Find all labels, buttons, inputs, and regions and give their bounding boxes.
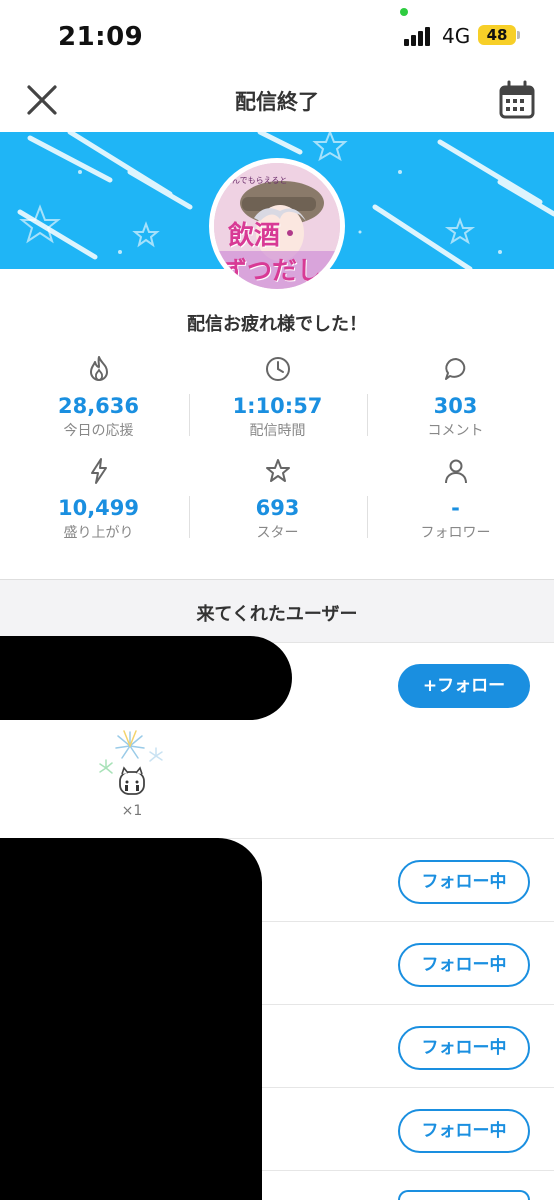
following-button[interactable]: フォロー中 bbox=[398, 1109, 530, 1153]
battery-icon: 48 bbox=[478, 25, 516, 45]
following-button[interactable]: フォロー中 bbox=[398, 1026, 530, 1070]
stat-value: 1:10:57 bbox=[232, 394, 323, 418]
clock-icon bbox=[265, 357, 290, 381]
privacy-indicator bbox=[400, 8, 408, 16]
nav-bar: 配信終了 bbox=[0, 74, 554, 132]
section-title: 来てくれたユーザー bbox=[196, 604, 358, 625]
following-button-partial[interactable] bbox=[398, 1190, 530, 1200]
calendar-icon bbox=[499, 80, 535, 119]
flame-icon bbox=[89, 356, 108, 381]
svg-text:喜んでもらえると: 喜んでもらえると bbox=[224, 175, 287, 185]
redacted-user-info bbox=[0, 636, 292, 720]
stat-value: 28,636 bbox=[57, 394, 140, 418]
avatar-text-2: ずつだし bbox=[222, 256, 323, 285]
calendar-button[interactable] bbox=[496, 78, 538, 122]
greeting-text: 配信お疲れ様でした！ bbox=[187, 314, 367, 335]
stat-comments: 303 コメント bbox=[363, 354, 548, 440]
row-divider bbox=[262, 1087, 554, 1088]
row-divider bbox=[262, 1170, 554, 1171]
stat-label: スター bbox=[256, 525, 299, 541]
stat-label: フォロワー bbox=[420, 525, 491, 541]
avatar-text-1: 飲酒 bbox=[228, 221, 281, 251]
gift-icon bbox=[96, 728, 168, 800]
avatar[interactable]: 喜んでもらえると 飲酒 ずつだし bbox=[209, 158, 345, 294]
row-divider bbox=[262, 921, 554, 922]
stat-label: 今日の応援 bbox=[63, 423, 134, 439]
stat-stars: 693 スター bbox=[185, 456, 370, 542]
comment-icon bbox=[444, 358, 465, 380]
follow-button[interactable]: +フォロー bbox=[398, 664, 530, 708]
signal-icon bbox=[404, 24, 434, 46]
stat-excitement: 10,499 盛り上がり bbox=[6, 456, 191, 542]
page-title: 配信終了 bbox=[235, 90, 319, 114]
stat-duration: 1:10:57 配信時間 bbox=[185, 354, 370, 440]
stat-label: 盛り上がり bbox=[63, 525, 134, 541]
status-bar: 21:09 4G 48 bbox=[0, 0, 554, 74]
stats-grid: 28,636 今日の応援 1:10:57 配信時間 303 コメント 10,49… bbox=[0, 350, 554, 550]
section-header: 来てくれたユーザー bbox=[0, 580, 554, 643]
stat-support: 28,636 今日の応援 bbox=[6, 354, 191, 440]
following-button[interactable]: フォロー中 bbox=[398, 860, 530, 904]
gift-count: ×1 bbox=[121, 803, 143, 819]
row-divider bbox=[262, 1004, 554, 1005]
stat-label: 配信時間 bbox=[249, 423, 306, 439]
network-type: 4G bbox=[442, 24, 471, 48]
redacted-user-list bbox=[0, 838, 262, 1200]
stat-value: - bbox=[451, 496, 460, 520]
stat-value: 693 bbox=[255, 496, 300, 520]
status-time: 21:09 bbox=[58, 22, 144, 52]
battery-tip bbox=[517, 31, 520, 39]
stat-followers: - フォロワー bbox=[363, 456, 548, 542]
person-icon bbox=[444, 459, 467, 484]
lightning-icon bbox=[90, 458, 107, 484]
stat-value: 303 bbox=[433, 394, 478, 418]
stat-label: コメント bbox=[427, 423, 484, 439]
stat-value: 10,499 bbox=[57, 496, 140, 520]
star-icon bbox=[265, 459, 290, 482]
following-button[interactable]: フォロー中 bbox=[398, 943, 530, 987]
